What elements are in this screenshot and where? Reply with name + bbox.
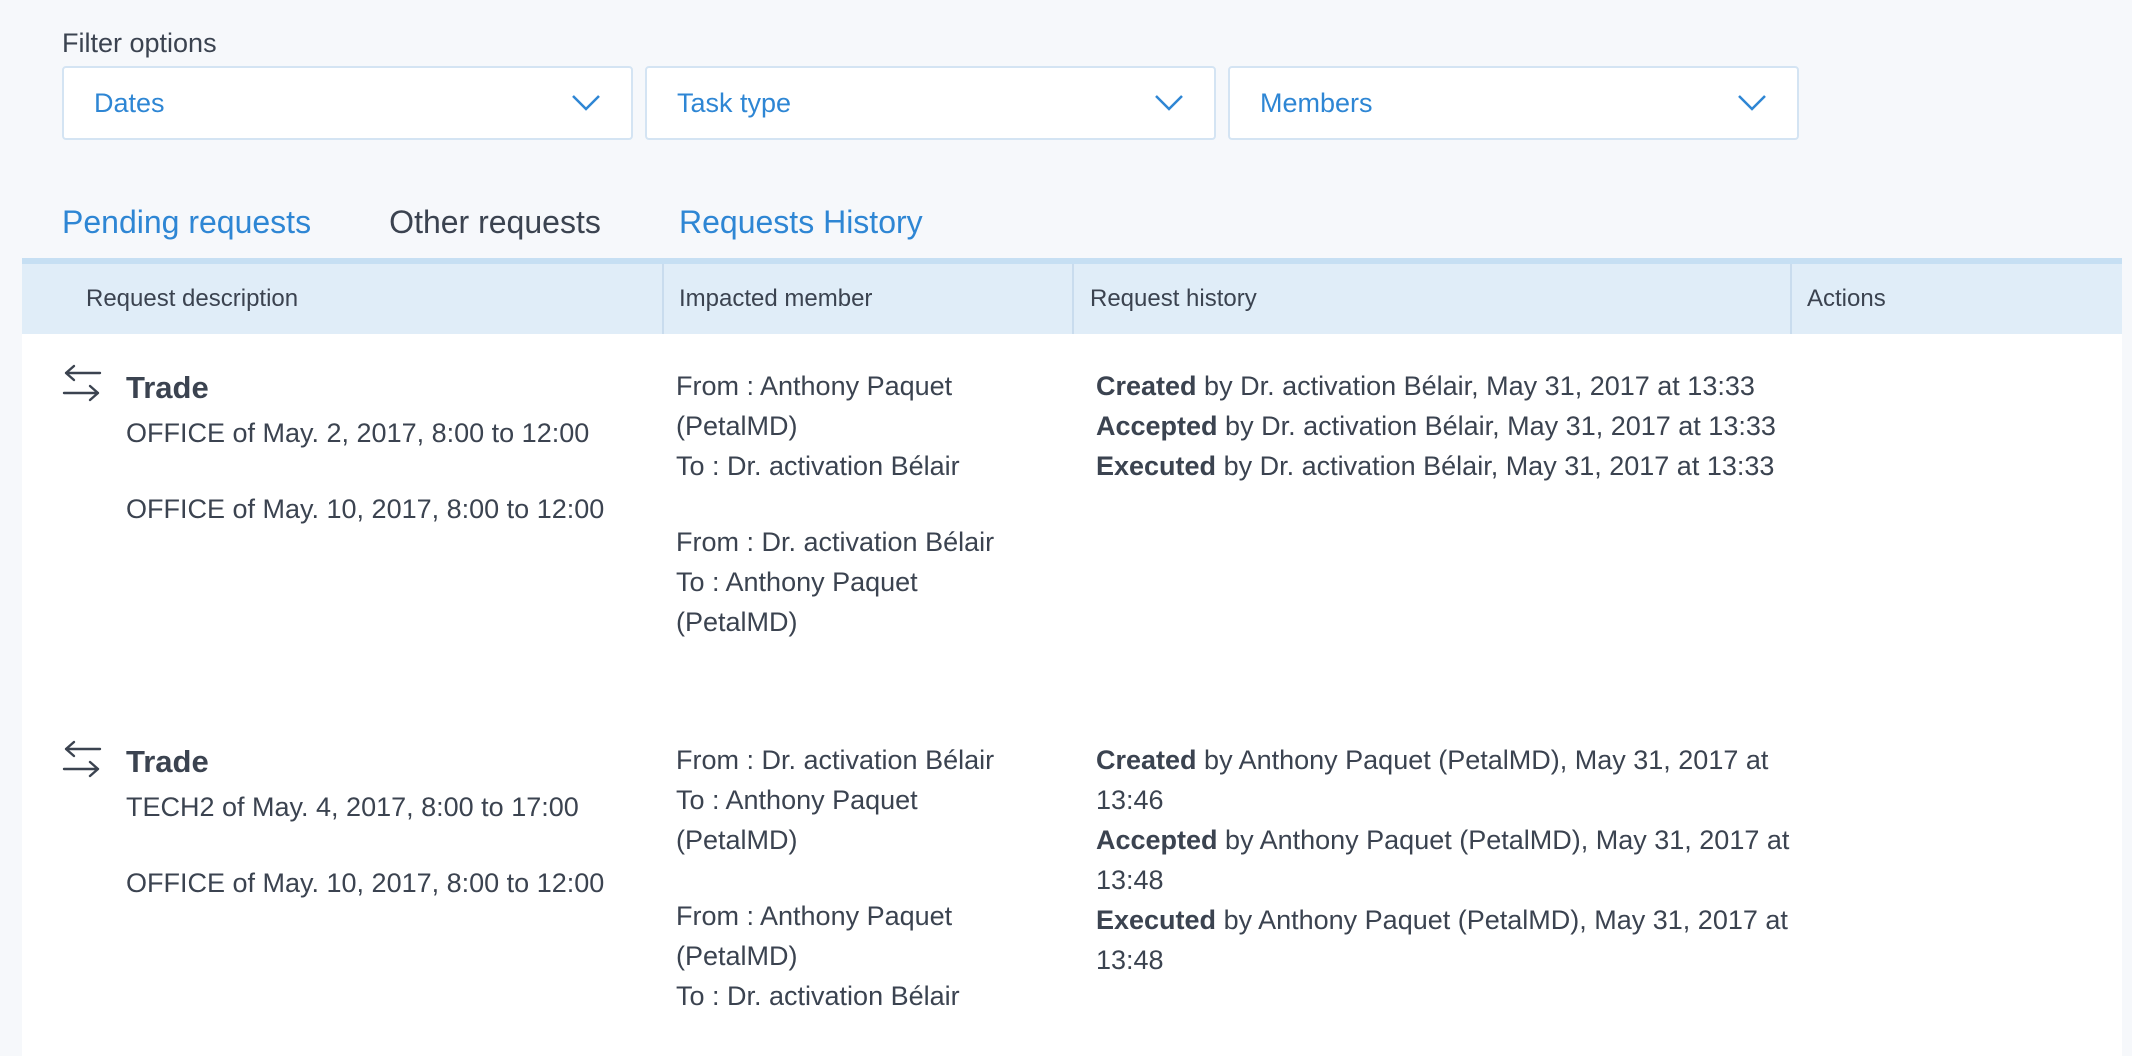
history-action: Accepted <box>1096 411 1218 441</box>
tab-requests-history[interactable]: Requests History <box>679 180 941 264</box>
dates-dropdown-label: Dates <box>94 87 165 118</box>
history-action: Executed <box>1096 451 1217 481</box>
member-to: To : Dr. activation Bélair <box>676 981 960 1011</box>
history-action: Accepted <box>1096 825 1218 855</box>
history-detail: by Dr. activation Bélair, May 31, 2017 a… <box>1216 451 1775 481</box>
trade-arrows-icon <box>62 740 102 778</box>
shift-description: OFFICE of May. 10, 2017, 8:00 to 12:00 <box>126 868 605 898</box>
chevron-down-icon <box>1738 95 1766 111</box>
request-type: Trade <box>126 370 209 405</box>
history-detail: by Dr. activation Bélair, May 31, 2017 a… <box>1217 411 1776 441</box>
impacted-member-block: From : Anthony Paquet (PetalMD) To : Dr.… <box>676 896 1016 1016</box>
request-history-block: Created by Dr. activation Bélair, May 31… <box>1096 366 1816 486</box>
column-actions: Actions <box>1807 285 1886 312</box>
shift-description: OFFICE of May. 10, 2017, 8:00 to 12:00 <box>126 494 605 524</box>
shift-description: TECH2 of May. 4, 2017, 8:00 to 17:00 <box>126 792 579 822</box>
column-divider <box>1072 264 1074 334</box>
history-entry: Executed by Anthony Paquet (PetalMD), Ma… <box>1096 900 1806 980</box>
history-entry: Created by Anthony Paquet (PetalMD), May… <box>1096 740 1806 820</box>
column-impacted-member: Impacted member <box>679 285 873 312</box>
history-entry: Accepted by Anthony Paquet (PetalMD), Ma… <box>1096 820 1806 900</box>
request-history-block: Created by Anthony Paquet (PetalMD), May… <box>1096 740 1806 980</box>
tab-pending-requests[interactable]: Pending requests <box>62 180 334 264</box>
task-type-dropdown[interactable]: Task type <box>645 66 1216 140</box>
request-type: Trade <box>126 744 209 779</box>
history-entry: Accepted by Dr. activation Bélair, May 3… <box>1096 406 1816 446</box>
member-from: From : Anthony Paquet (PetalMD) <box>676 901 953 971</box>
task-type-dropdown-label: Task type <box>677 87 792 118</box>
members-dropdown[interactable]: Members <box>1228 66 1799 140</box>
member-to: To : Anthony Paquet (PetalMD) <box>676 567 918 637</box>
history-detail: by Anthony Paquet (PetalMD), May 31, 201… <box>1096 745 1769 815</box>
shift-description: OFFICE of May. 2, 2017, 8:00 to 12:00 <box>126 418 590 448</box>
history-entry: Created by Dr. activation Bélair, May 31… <box>1096 366 1816 406</box>
chevron-down-icon <box>572 95 600 111</box>
member-from: From : Dr. activation Bélair <box>676 745 995 775</box>
chevron-down-icon <box>1155 95 1183 111</box>
impacted-member-block: From : Dr. activation Bélair To : Anthon… <box>676 522 1016 642</box>
impacted-member-block: From : Anthony Paquet (PetalMD) To : Dr.… <box>676 366 1016 486</box>
filter-options-label: Filter options <box>62 28 217 58</box>
requests-table: Request description Impacted member Requ… <box>22 264 2122 1056</box>
history-action: Created <box>1096 745 1197 775</box>
table-row: Trade OFFICE of May. 2, 2017, 8:00 to 12… <box>22 334 2122 704</box>
table-row: Trade TECH2 of May. 4, 2017, 8:00 to 17:… <box>22 704 2122 1056</box>
member-from: From : Dr. activation Bélair <box>676 527 995 557</box>
dates-dropdown[interactable]: Dates <box>62 66 633 140</box>
column-divider <box>662 264 664 334</box>
column-divider <box>1790 264 1792 334</box>
table-header: Request description Impacted member Requ… <box>22 264 2122 334</box>
column-request-description: Request description <box>86 285 299 312</box>
impacted-member-block: From : Dr. activation Bélair To : Anthon… <box>676 740 1016 860</box>
members-dropdown-label: Members <box>1260 87 1373 118</box>
member-to: To : Anthony Paquet (PetalMD) <box>676 785 918 855</box>
request-tabs: Pending requests Other requests Requests… <box>22 180 2122 270</box>
history-detail: by Dr. activation Bélair, May 31, 2017 a… <box>1196 371 1755 401</box>
member-from: From : Anthony Paquet (PetalMD) <box>676 371 953 441</box>
history-action: Executed <box>1096 905 1217 935</box>
history-action: Created <box>1096 371 1197 401</box>
column-request-history: Request history <box>1090 285 1257 312</box>
trade-arrows-icon <box>62 364 102 402</box>
history-entry: Executed by Dr. activation Bélair, May 3… <box>1096 446 1816 486</box>
member-to: To : Dr. activation Bélair <box>676 451 960 481</box>
tab-other-requests[interactable]: Other requests <box>350 180 640 270</box>
